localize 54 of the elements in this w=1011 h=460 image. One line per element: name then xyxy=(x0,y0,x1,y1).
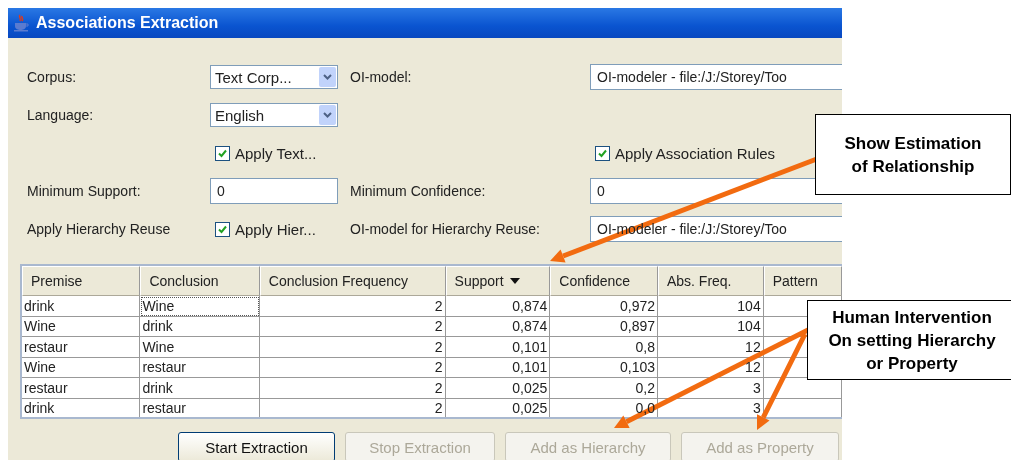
table-cell: 0,025 xyxy=(445,378,551,399)
input-field[interactable]: OI-modeler - file:/J:/Storey/Too xyxy=(590,64,842,90)
checkbox[interactable]: Apply Association Rules xyxy=(590,144,776,162)
callout: Show Estimation of Relationship xyxy=(815,114,1011,195)
table-cell: 0,897 xyxy=(550,316,658,337)
input-field[interactable]: 0 xyxy=(210,178,338,204)
table-cell: 2 xyxy=(259,337,446,358)
table-cell: 12 xyxy=(658,337,764,358)
field-label: OI-model for Hierarchy Reuse: xyxy=(350,221,540,237)
column-header[interactable]: Pattern xyxy=(763,266,842,296)
field-label: Apply Hierarchy Reuse xyxy=(27,221,171,237)
callout: Human Intervention On setting Hierarchy or Property xyxy=(807,300,1011,380)
column-header[interactable]: Support xyxy=(445,266,551,296)
table-cell: 0,103 xyxy=(550,357,658,378)
field-label: Minimum Support: xyxy=(27,183,141,199)
column-header[interactable]: Premise xyxy=(22,266,141,296)
table-cell: Wine xyxy=(22,316,141,337)
column-header[interactable]: Conclusion Frequency xyxy=(259,266,446,296)
table-cell: 0,8 xyxy=(550,337,658,358)
table-cell: 0,972 xyxy=(550,296,658,317)
table-cell: Wine xyxy=(22,357,141,378)
column-header[interactable]: Confidence xyxy=(550,266,658,296)
table-cell: 3 xyxy=(658,378,764,399)
dropdown[interactable]: Text Corp... xyxy=(210,65,338,89)
table-cell: drink xyxy=(140,378,260,399)
table-cell: drink xyxy=(140,316,260,337)
field-label: Minimum Confidence: xyxy=(350,183,486,199)
table-cell: restaur xyxy=(22,337,141,358)
checkbox[interactable]: Apply Text... xyxy=(210,144,317,162)
coffee-cup-icon xyxy=(12,14,30,32)
table-cell: 2 xyxy=(259,296,446,317)
table-cell: restaur xyxy=(140,357,260,378)
table-cell: 2 xyxy=(259,378,446,399)
table-cell: Wine xyxy=(140,337,260,358)
window-title: Associations Extraction xyxy=(36,14,219,32)
table-cell: drink xyxy=(22,296,141,317)
column-header[interactable]: Conclusion xyxy=(140,266,260,296)
table-cell: 0,874 xyxy=(445,296,551,317)
checkbox-box[interactable] xyxy=(595,145,610,161)
action-button[interactable]: Start Extraction xyxy=(178,432,335,460)
table-cell: restaur xyxy=(22,378,141,399)
field-label: Language: xyxy=(27,107,94,123)
table-cell: 0,2 xyxy=(550,378,658,399)
checkbox-box[interactable] xyxy=(215,221,230,237)
checkbox[interactable]: Apply Hier... xyxy=(210,220,316,238)
table-cell: 104 xyxy=(658,316,764,337)
checkbox-box[interactable] xyxy=(215,145,230,161)
table-cell: Wine xyxy=(140,296,260,317)
field-label: OI-model: xyxy=(350,69,412,85)
table-cell: 104 xyxy=(658,296,764,317)
table-cell: 0,101 xyxy=(445,337,551,358)
field-label: Corpus: xyxy=(27,69,77,85)
dropdown[interactable]: English xyxy=(210,103,338,127)
column-header[interactable]: Abs. Freq. xyxy=(657,266,764,296)
